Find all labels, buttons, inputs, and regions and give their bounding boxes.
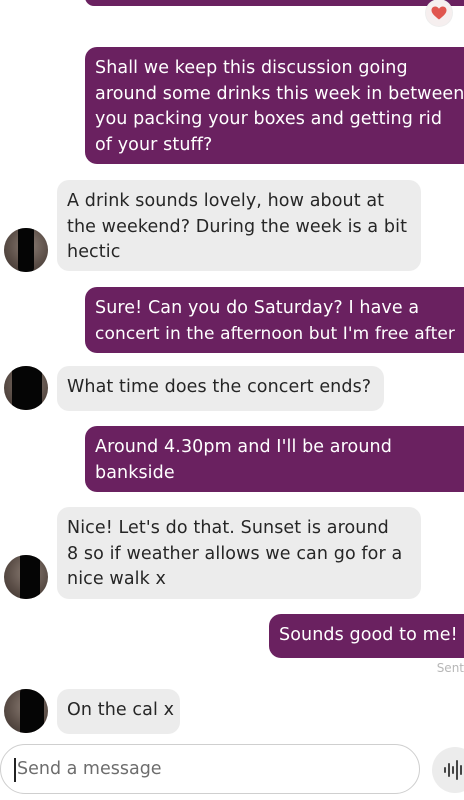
message-text: Around 4.30pm and I'll be around — [95, 437, 392, 457]
voice-waveform-icon — [444, 760, 462, 780]
redaction — [20, 689, 44, 733]
message-composer[interactable] — [0, 744, 420, 794]
message-input[interactable] — [15, 758, 379, 780]
message-text: On the cal x — [67, 700, 175, 720]
redaction — [12, 366, 42, 410]
message-bubble-received[interactable]: On the cal x — [57, 689, 180, 734]
message-text: Sounds good to me! — [279, 625, 458, 645]
message-bubble-sent[interactable]: Around 4.30pm and I'll be around banksid… — [85, 426, 464, 492]
text-caret — [14, 758, 16, 782]
avatar[interactable] — [4, 555, 48, 599]
avatar[interactable] — [4, 689, 48, 733]
message-text: What time does the concert ends? — [67, 377, 372, 397]
message-bubble-sent[interactable]: Sure! Can you do Saturday? I have a conc… — [85, 287, 464, 353]
message-text: Shall we keep this discussion going — [95, 58, 408, 78]
redaction — [18, 228, 34, 272]
message-bubble-received[interactable]: A drink sounds lovely, how about at the … — [57, 180, 421, 271]
message-text: bankside — [95, 462, 175, 483]
message-bubble-received[interactable]: Nice! Let's do that. Sunset is around 8 … — [57, 507, 421, 599]
message-text: nice walk x — [67, 569, 166, 589]
message-text: the weekend? During the week is a bit — [67, 216, 408, 237]
message-text: around some drinks this week in between — [95, 83, 464, 104]
message-text: of your stuff? — [95, 134, 213, 155]
message-text: 8 so if weather allows we can go for a — [67, 543, 403, 564]
message-text: Nice! Let's do that. Sunset is around — [67, 518, 389, 538]
message-bubble-sent[interactable]: Sounds good to me! — [269, 614, 464, 658]
avatar[interactable] — [4, 228, 48, 272]
message-bubble-partial — [85, 0, 464, 6]
message-bubble-received[interactable]: What time does the concert ends? — [57, 366, 384, 411]
message-text: you packing your boxes and getting rid — [95, 109, 443, 129]
message-text: A drink sounds lovely, how about at — [67, 191, 385, 211]
message-bubble-sent[interactable]: Shall we keep this discussion going arou… — [85, 47, 464, 164]
reaction-badge[interactable] — [426, 0, 452, 26]
heart-icon — [431, 6, 447, 20]
message-status: Sent — [436, 661, 464, 675]
message-text: hectic — [67, 242, 121, 262]
redaction — [20, 555, 40, 599]
message-text: Sure! Can you do Saturday? I have a — [95, 298, 420, 318]
message-text: concert in the afternoon but I'm free af… — [95, 323, 455, 344]
voice-message-button[interactable] — [432, 747, 464, 793]
avatar[interactable] — [4, 366, 48, 410]
